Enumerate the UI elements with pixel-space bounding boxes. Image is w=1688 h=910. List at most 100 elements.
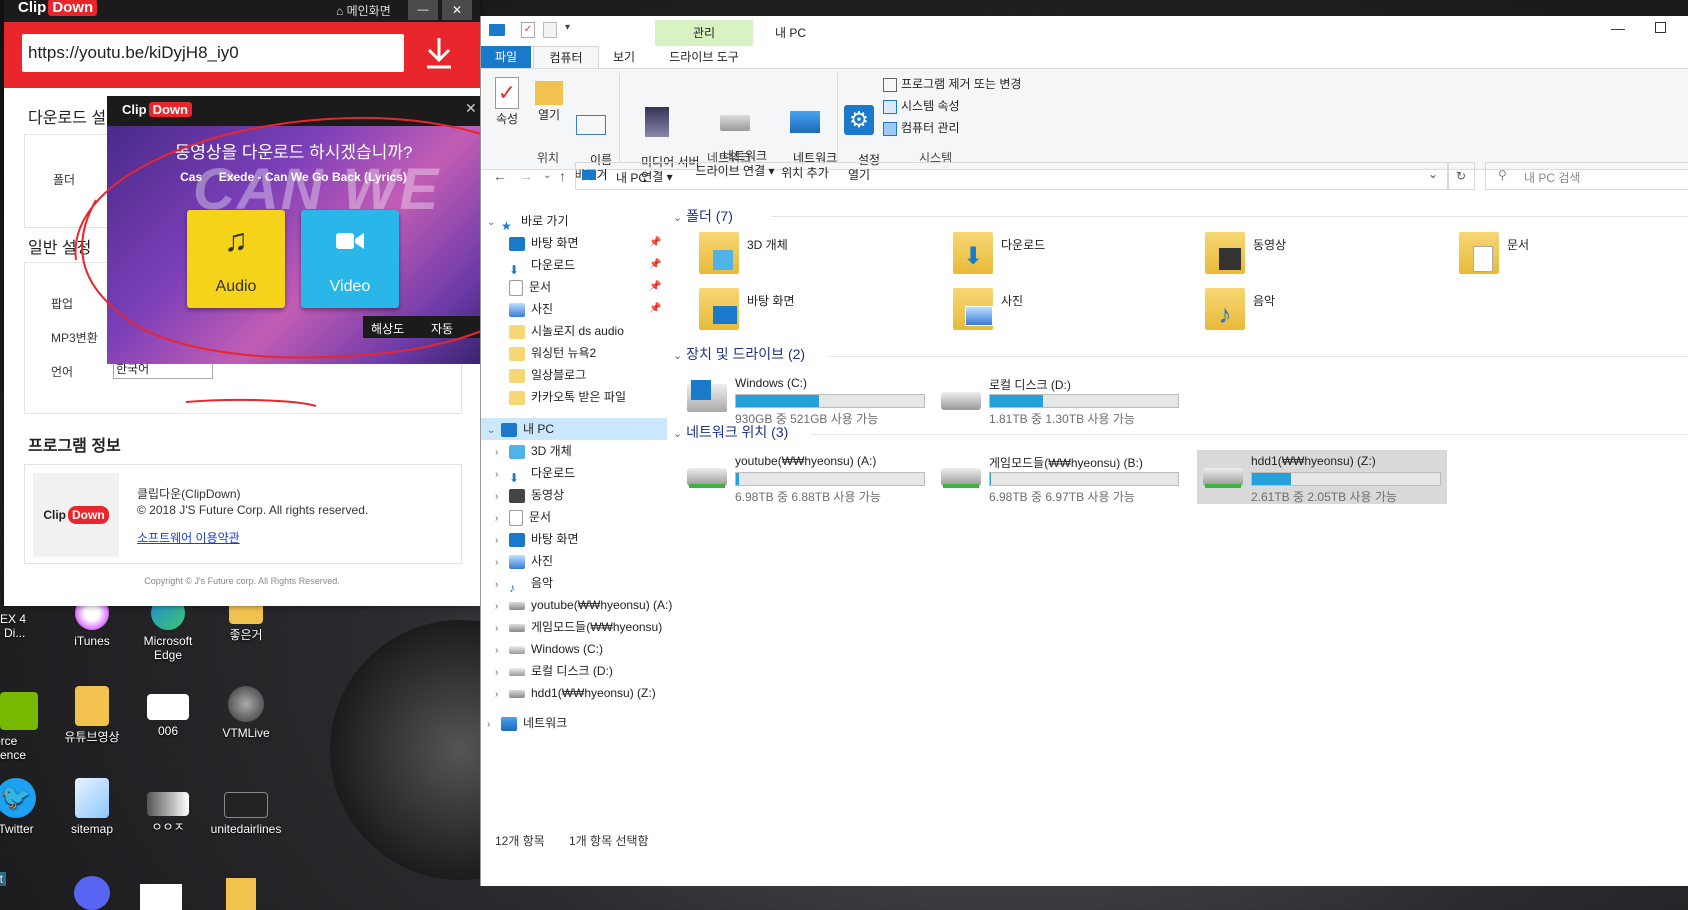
nav-drive-b[interactable]: › 게임모드들(₩₩hyeonsu) (I xyxy=(495,616,663,638)
maximize-button[interactable] xyxy=(1655,22,1666,33)
file-icon xyxy=(147,694,189,720)
nav-videos[interactable]: › 동영상 xyxy=(495,484,564,506)
system-properties-button[interactable]: 시스템 속성 xyxy=(883,97,960,114)
folder-name: 3D 개체 xyxy=(747,238,788,252)
folder-tile-desktop[interactable]: 바탕 화면 xyxy=(699,286,899,342)
nav-drive-a[interactable]: › youtube(₩₩hyeonsu) (A:) xyxy=(495,594,672,616)
properties-button[interactable]: ✓ 속성 xyxy=(487,77,527,127)
refresh-button[interactable]: ↻ xyxy=(1447,162,1475,190)
pin-icon[interactable]: 📌 xyxy=(649,232,661,254)
nav-music[interactable]: › ♪ 음악 xyxy=(495,572,554,595)
back-button[interactable]: ← xyxy=(493,168,507,184)
pin-icon[interactable]: 📌 xyxy=(649,276,661,298)
file-explorer-window: ✓ ▾ 관리 내 PC — 파일 컴퓨터 보기 드라이브 도구 ✓ 속성 열기 … xyxy=(480,16,1688,886)
desktop-icon xyxy=(509,236,525,251)
nav-folder[interactable]: 일상블로그 xyxy=(509,364,586,386)
pin-icon[interactable]: 📌 xyxy=(649,298,661,320)
nav-quick-access[interactable]: ⌄ ★ 바로 가기 xyxy=(487,210,569,233)
terms-link[interactable]: 소프트웨어 이용약관 xyxy=(137,529,240,546)
nav-drive-z[interactable]: › hdd1(₩₩hyeonsu) (Z:) xyxy=(495,682,656,704)
nav-label: 음악 xyxy=(531,576,554,590)
group-header-network[interactable]: ⌄ 네트워크 위치 (3) xyxy=(673,422,788,442)
home-button[interactable]: ⌂ 메인화면 xyxy=(336,2,391,19)
desktop-icon-sitemap[interactable]: sitemap xyxy=(50,778,134,836)
nav-desktop[interactable]: 바탕 화면 📌 xyxy=(509,232,661,254)
desktop-icon-006[interactable]: 006 xyxy=(126,694,210,738)
url-input[interactable] xyxy=(22,34,404,72)
nav-desktop[interactable]: › 바탕 화면 xyxy=(495,528,579,550)
desktop-icon-rsdt[interactable]: rsdt xyxy=(0,872,64,886)
nav-label: 게임모드들(₩₩hyeonsu) (I xyxy=(531,620,663,634)
minimize-button[interactable]: — xyxy=(408,0,438,20)
properties-icon: ✓ xyxy=(495,77,519,109)
folder-tile-pictures[interactable]: 사진 xyxy=(953,286,1153,342)
desktop-icon-vtmlive[interactable]: VTMLive xyxy=(204,686,288,740)
ribbon: ✓ 속성 열기 이름 바꾸기 미디어 서버 연결 ▾ 네트워크 드라이브 연결 … xyxy=(481,68,1688,184)
drive-tile-c[interactable]: Windows (C:) 930GB 중 521GB 사용 가능 xyxy=(681,374,931,426)
open-button[interactable]: 열기 xyxy=(529,77,569,123)
nav-label: 3D 개체 xyxy=(531,444,572,458)
quick-access-dropdown-icon[interactable]: ▾ xyxy=(565,22,570,33)
up-button[interactable]: ↑ xyxy=(559,168,566,184)
nav-downloads[interactable]: ⬇ 다운로드 📌 xyxy=(509,254,661,277)
file-icon[interactable] xyxy=(140,884,182,910)
nav-drive-d[interactable]: › 로컬 디스크 (D:) xyxy=(495,660,613,682)
folder-tile-downloads[interactable]: ⬇ 다운로드 xyxy=(953,230,1153,286)
drive-icon xyxy=(941,392,981,410)
network-drive-tile-b[interactable]: 게임모드들(₩₩hyeonsu) (B:) 6.98TB 중 6.97TB 사용… xyxy=(935,452,1185,504)
nav-downloads[interactable]: › ⬇ 다운로드 xyxy=(495,462,575,485)
search-box[interactable]: ⚲ 내 PC 검색 xyxy=(1485,162,1688,190)
nav-3d-objects[interactable]: › 3D 개체 xyxy=(495,440,572,462)
nav-documents[interactable]: › 문서 xyxy=(495,506,551,528)
nav-pictures[interactable]: › 사진 xyxy=(495,550,553,572)
logo-down: Down xyxy=(68,506,109,524)
drive-name: 로컬 디스크 (D:) xyxy=(989,378,1071,392)
folder-tile-music[interactable]: ♪ 음악 xyxy=(1205,286,1405,342)
recent-locations-icon[interactable]: ⌄ xyxy=(543,170,551,181)
nav-documents[interactable]: 문서 📌 xyxy=(509,276,661,298)
tab-computer[interactable]: 컴퓨터 xyxy=(533,46,599,69)
download-arrow-icon[interactable] xyxy=(424,36,454,70)
tab-file[interactable]: 파일 xyxy=(481,46,531,68)
pin-icon[interactable]: 📌 xyxy=(649,254,661,276)
new-folder-quick-icon[interactable] xyxy=(543,22,557,38)
drive-tile-d[interactable]: 로컬 디스크 (D:) 1.81TB 중 1.30TB 사용 가능 xyxy=(935,374,1185,426)
group-header-folders[interactable]: ⌄ 폴더 (7) xyxy=(673,206,733,226)
desktop-icon-unitedairlines[interactable]: unitedairlines xyxy=(204,792,288,836)
address-dropdown-icon[interactable]: ⌄ xyxy=(1428,167,1438,181)
group-header-drives[interactable]: ⌄ 장치 및 드라이브 (2) xyxy=(673,344,805,364)
nav-label: 바탕 화면 xyxy=(531,532,579,546)
discord-icon[interactable] xyxy=(74,876,110,910)
pc-icon xyxy=(489,24,505,36)
program-info-card: Clip Down 클립다운(ClipDown) © 2018 J'S Futur… xyxy=(24,464,462,564)
nav-drive-c[interactable]: › Windows (C:) xyxy=(495,638,603,660)
folder-tile-3d-objects[interactable]: 3D 개체 xyxy=(699,230,899,286)
tab-drive-tools[interactable]: 드라이브 도구 xyxy=(655,46,753,68)
tab-view[interactable]: 보기 xyxy=(599,46,649,68)
folder-tile-documents[interactable]: 문서 xyxy=(1459,230,1659,286)
nav-pictures[interactable]: 사진 📌 xyxy=(509,298,661,320)
nav-this-pc[interactable]: ⌄ 내 PC xyxy=(481,418,667,440)
properties-quick-icon[interactable]: ✓ xyxy=(521,22,535,38)
address-bar[interactable]: › 내 PC › ⌄ xyxy=(575,162,1449,190)
network-drive-tile-a[interactable]: youtube(₩₩hyeonsu) (A:) 6.98TB 중 6.88TB … xyxy=(681,452,931,504)
drive-name: youtube(₩₩hyeonsu) (A:) xyxy=(735,454,877,468)
folder-icon[interactable] xyxy=(226,878,256,910)
nav-folder[interactable]: 워싱턴 뉴욕2 xyxy=(509,342,596,364)
close-button[interactable]: ✕ xyxy=(442,0,472,20)
chevron-right-icon: › xyxy=(487,719,491,730)
uninstall-program-button[interactable]: 프로그램 제거 또는 변경 xyxy=(883,75,1021,92)
computer-management-button[interactable]: 컴퓨터 관리 xyxy=(883,119,960,136)
minimize-button[interactable]: — xyxy=(1611,20,1625,36)
nav-folder[interactable]: 카카오톡 받은 파일 xyxy=(509,386,626,408)
nav-network[interactable]: › 네트워크 xyxy=(487,712,567,734)
network-drive-tile-z[interactable]: hdd1(₩₩hyeonsu) (Z:) 2.61TB 중 2.05TB 사용 … xyxy=(1197,450,1447,504)
chevron-down-icon: ⌄ xyxy=(673,212,683,224)
desktop-icon-youtube-folder[interactable]: 유튜브영상 xyxy=(50,686,134,744)
nav-folder[interactable]: 시놀로지 ds audio xyxy=(509,320,624,342)
drive-icon xyxy=(509,645,525,654)
image-file-icon xyxy=(147,792,189,816)
folder-tile-videos[interactable]: 동영상 xyxy=(1205,230,1405,286)
desktop-icon-ooj[interactable]: ㅇㅇㅈ xyxy=(126,792,210,834)
forward-button[interactable]: → xyxy=(519,168,533,184)
